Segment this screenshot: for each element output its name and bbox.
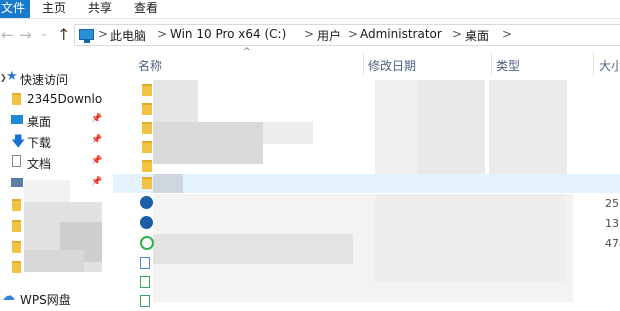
column-divider[interactable] (363, 52, 364, 76)
tab-file[interactable]: 文件 (0, 0, 30, 18)
sort-ascending-icon: ^ (243, 47, 251, 57)
spreadsheet-icon (140, 295, 150, 307)
folder-icon (12, 261, 21, 273)
tab-share[interactable]: 共享 (88, 0, 112, 18)
cloud-icon: ☁ (2, 289, 15, 304)
nav-item-documents[interactable]: 文档 📌 (0, 152, 112, 172)
file-icon (140, 276, 150, 288)
computer-icon (79, 29, 94, 43)
document-icon (12, 155, 21, 167)
column-header-type[interactable]: 类型 (496, 57, 520, 74)
breadcrumb-users[interactable]: 用户 (317, 27, 341, 44)
star-icon: ★ (6, 69, 18, 84)
breadcrumb-separator: > (98, 27, 109, 41)
nav-item-label: 桌面 (27, 115, 52, 129)
file-size: 133 (605, 217, 620, 230)
tab-home[interactable]: 主页 (42, 0, 66, 18)
list-item[interactable] (113, 273, 620, 292)
breadcrumb-administrator[interactable]: Administrator (360, 27, 442, 41)
nav-item-downloads[interactable]: 🡇 下载 📌 (0, 131, 112, 151)
column-divider[interactable] (593, 52, 594, 76)
list-item[interactable] (113, 292, 620, 311)
forward-button[interactable]: → (19, 26, 32, 44)
column-header-date[interactable]: 修改日期 (368, 57, 416, 74)
pin-icon[interactable]: 📌 (91, 177, 102, 187)
list-item[interactable] (113, 81, 620, 100)
up-button[interactable]: ↑ (57, 25, 70, 44)
refresh-icon (140, 236, 154, 250)
nav-wps-label: WPS网盘 (20, 293, 71, 307)
file-list: ^ 名称 修改日期 类型 大小 25 133 478 (113, 47, 620, 311)
navigation-pane: ❯ ★ 快速访问 2345Downlo 桌面 📌 🡇 下载 📌 文档 📌 📌 ☁… (0, 52, 112, 309)
list-item[interactable]: 133 (113, 215, 620, 234)
obscured-region (24, 250, 84, 272)
breadcrumb-separator: > (348, 27, 359, 41)
pin-icon[interactable]: 📌 (91, 135, 102, 145)
folder-icon (12, 241, 21, 253)
address-row: ← → ⌄ ↑ > 此电脑 > Win 10 Pro x64 (C:) > 用户… (0, 19, 620, 51)
folder-icon (142, 160, 152, 172)
folder-icon (142, 84, 152, 96)
breadcrumb-separator: > (452, 27, 463, 41)
breadcrumb-separator: > (502, 27, 513, 41)
recent-locations-button[interactable]: ⌄ (40, 28, 48, 39)
pin-icon[interactable]: 📌 (91, 156, 102, 166)
file-icon (140, 257, 150, 269)
column-header-size[interactable]: 大小 (599, 57, 620, 74)
folder-icon (12, 199, 21, 211)
breadcrumb-drive[interactable]: Win 10 Pro x64 (C:) (170, 27, 286, 41)
ribbon: 文件 主页 共享 查看 (0, 0, 620, 19)
picture-icon (11, 178, 23, 187)
breadcrumb-separator: > (304, 27, 315, 41)
list-item[interactable]: 25 (113, 195, 620, 214)
column-header-name[interactable]: 名称 (138, 57, 162, 74)
nav-quick-access[interactable]: ❯ ★ 快速访问 (0, 68, 112, 88)
pin-icon[interactable]: 📌 (91, 114, 102, 124)
app-icon (140, 216, 153, 229)
nav-wps-drive[interactable]: ☁ WPS网盘 (0, 288, 112, 308)
list-item[interactable] (113, 254, 620, 273)
tab-file-label: 文件 (1, 1, 26, 15)
folder-icon (142, 177, 152, 189)
folder-icon (142, 103, 152, 115)
folder-icon (142, 122, 152, 134)
list-item[interactable]: 478 (113, 235, 620, 254)
app-icon (140, 196, 153, 209)
breadcrumb-separator: > (157, 27, 168, 41)
breadcrumb-this-pc[interactable]: 此电脑 (110, 27, 146, 44)
folder-icon (12, 220, 21, 232)
folder-icon (12, 93, 21, 105)
list-item[interactable] (113, 100, 620, 119)
file-size: 25 (605, 197, 619, 210)
folder-icon (142, 141, 152, 153)
nav-item-desktop[interactable]: 桌面 📌 (0, 110, 112, 130)
desktop-icon (11, 115, 23, 124)
tab-view[interactable]: 查看 (134, 0, 158, 18)
list-item-selected[interactable] (113, 174, 620, 193)
back-button[interactable]: ← (1, 26, 14, 44)
address-bar[interactable]: > 此电脑 > Win 10 Pro x64 (C:) > 用户 > Admin… (74, 24, 620, 46)
list-item[interactable] (113, 138, 620, 157)
column-divider[interactable] (491, 52, 492, 76)
list-item[interactable] (113, 119, 620, 138)
nav-item-2345download[interactable]: 2345Downlo (0, 89, 112, 109)
breadcrumb-desktop[interactable]: 桌面 (465, 27, 489, 44)
nav-item-label: 文档 (27, 157, 52, 171)
nav-item-label: 下载 (27, 136, 52, 150)
nav-item-label: 2345Downlo (27, 92, 103, 106)
file-size: 478 (605, 237, 620, 250)
nav-quick-access-label: 快速访问 (20, 73, 69, 87)
obscured-region (153, 174, 183, 193)
